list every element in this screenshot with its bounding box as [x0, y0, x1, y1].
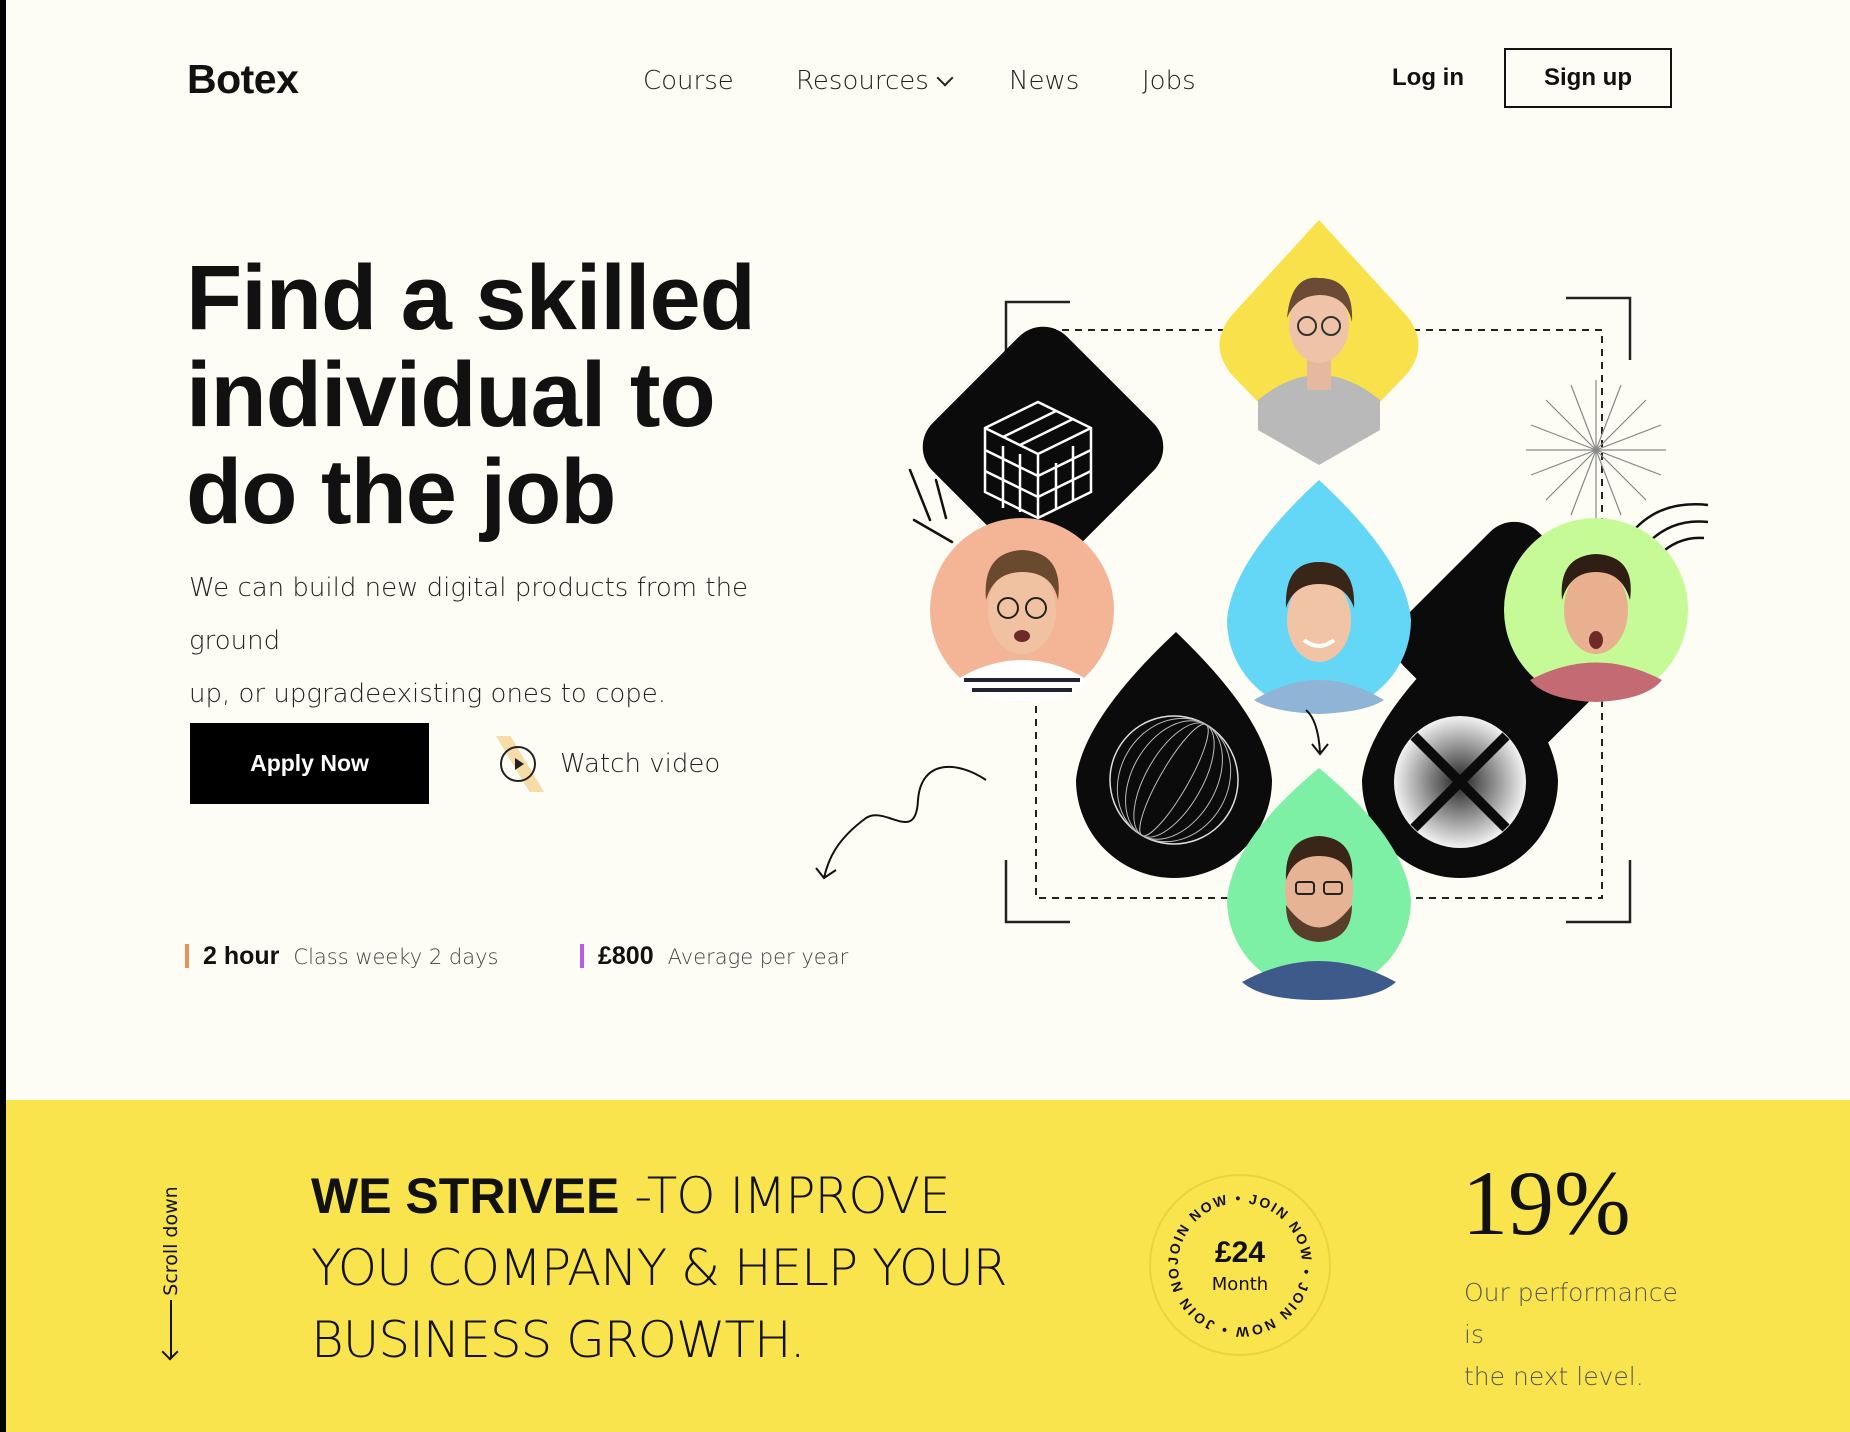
band-headline-rest: -TO IMPROVE: [619, 1167, 950, 1225]
badge-price: £24: [1215, 1236, 1265, 1269]
scroll-down-label: Scroll down: [160, 1186, 182, 1296]
band-headline-line: BUSINESS GROWTH.: [311, 1311, 806, 1369]
avatar-card-top: [1219, 220, 1419, 465]
nav-item-course[interactable]: Course: [643, 66, 734, 96]
watch-video-label: Watch video: [560, 749, 721, 779]
promo-band: Scroll down WE STRIVEE -TO IMPROVE YOU C…: [6, 1100, 1850, 1432]
stat-accent-bar: [580, 944, 584, 968]
curve-arrow-icon: [1305, 709, 1329, 756]
band-headline-line: WE STRIVEE -TO IMPROVE: [311, 1160, 1071, 1232]
hero-title-line: Find a skilled: [186, 247, 756, 349]
hero-subtitle-line: up, or upgradeexisting ones to cope.: [189, 679, 667, 709]
signup-button[interactable]: Sign up: [1504, 48, 1672, 108]
watch-video-button[interactable]: Watch video: [496, 736, 720, 792]
nav-item-resources-label: Resources: [796, 66, 929, 96]
avatar-card-center: [1227, 480, 1411, 714]
talent-grid-illustration: [922, 220, 1709, 1000]
stat-desc: Average per year: [667, 945, 849, 969]
hero-title-line: individual to: [186, 344, 716, 446]
join-now-badge[interactable]: JOIN NOW • JOIN NOW • JOIN NOW • JOIN NO…: [1147, 1172, 1333, 1358]
avatar-card-left: [930, 518, 1114, 702]
stat-value: £800: [598, 942, 654, 970]
stat-class-hours: 2 hour Class weeky 2 days: [185, 940, 498, 971]
hero-title-line: do the job: [186, 441, 616, 543]
hero-subtitle: We can build new digital products from t…: [189, 562, 809, 721]
band-headline-bold: WE STRIVEE: [311, 1168, 620, 1224]
chevron-down-icon: [936, 69, 954, 87]
arrow-down-icon: [170, 1300, 172, 1358]
band-headline: WE STRIVEE -TO IMPROVE YOU COMPANY & HEL…: [311, 1160, 1071, 1376]
stat-value: 2 hour: [203, 942, 280, 970]
stat-average-price: £800 Average per year: [580, 940, 848, 971]
performance-percent: 19%: [1462, 1152, 1631, 1254]
performance-desc-line: Our performance is: [1464, 1278, 1678, 1349]
hero-title: Find a skilled individual to do the job: [186, 250, 846, 541]
nav-item-news[interactable]: News: [1009, 66, 1079, 96]
performance-desc: Our performance is the next level.: [1464, 1272, 1704, 1398]
landing-page: Botex Course Resources News Jobs Log in …: [6, 0, 1850, 1432]
band-headline-line: YOU COMPANY & HELP YOUR: [311, 1239, 1008, 1297]
avatar-card-right: [1504, 518, 1688, 702]
nav-item-resources[interactable]: Resources: [796, 66, 954, 96]
brand-logo[interactable]: Botex: [187, 56, 299, 103]
apply-now-button[interactable]: Apply Now: [190, 723, 429, 804]
play-icon: [500, 746, 536, 782]
badge-period: Month: [1212, 1274, 1268, 1295]
stat-accent-bar: [185, 944, 189, 968]
nav-item-jobs[interactable]: Jobs: [1142, 66, 1196, 96]
stat-desc: Class weeky 2 days: [293, 945, 499, 969]
radial-rays-icon: [1526, 380, 1666, 520]
login-link[interactable]: Log in: [1392, 64, 1464, 92]
scroll-down-indicator[interactable]: Scroll down: [156, 1170, 186, 1360]
performance-desc-line: the next level.: [1464, 1362, 1644, 1391]
hero-subtitle-line: We can build new digital products from t…: [189, 573, 749, 656]
